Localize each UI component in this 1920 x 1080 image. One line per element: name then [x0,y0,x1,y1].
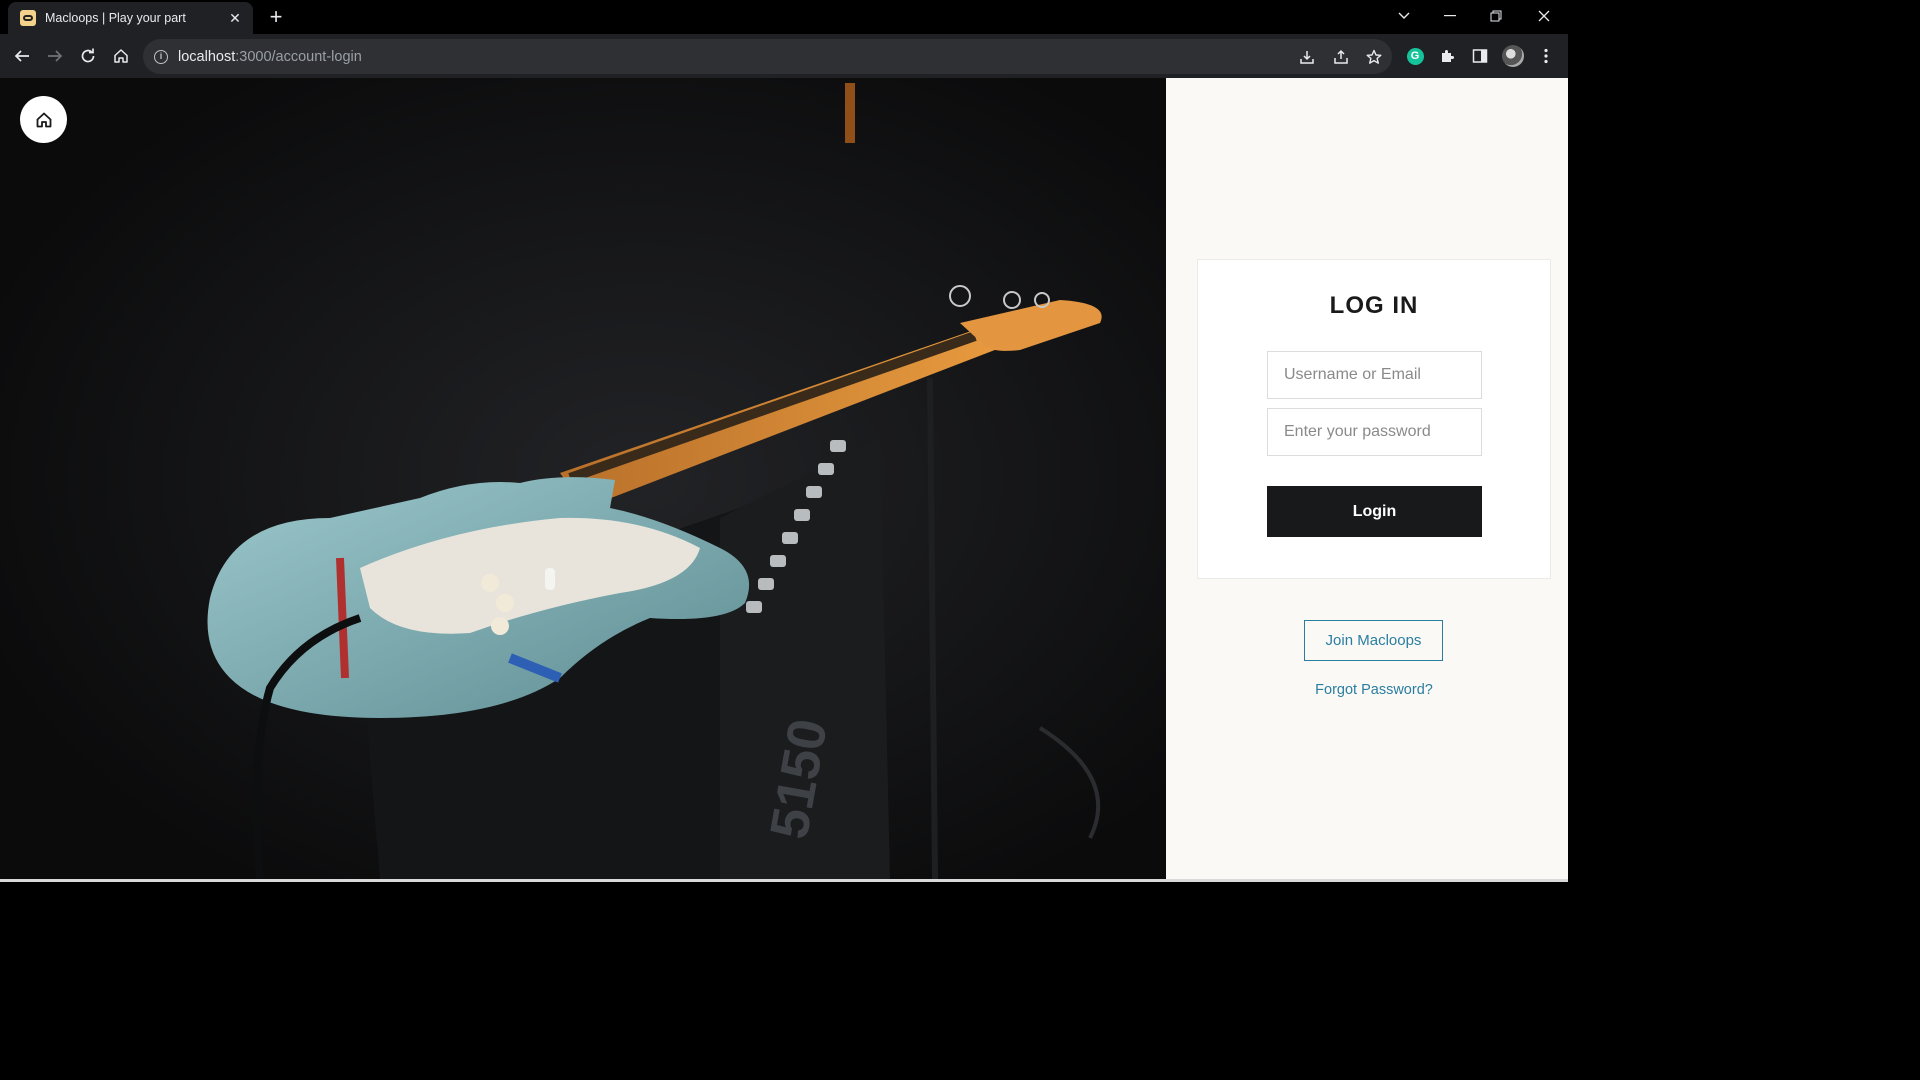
grammarly-extension-icon[interactable]: G [1404,45,1426,67]
browser-menu-icon[interactable] [1535,45,1557,67]
restore-icon[interactable] [1473,0,1519,32]
login-card: LOG IN Login [1197,259,1551,579]
url-host: localhost [178,48,236,65]
home-icon [36,112,51,127]
share-icon[interactable] [1331,47,1351,67]
tab-title: Macloops | Play your part [45,11,186,25]
browser-tab-bar: Macloops | Play your part ✕ + [0,0,1568,34]
login-panel: LOG IN Login Join Macloops Forgot Passwo… [1166,78,1568,882]
tab-close-icon[interactable]: ✕ [227,10,243,27]
close-window-icon[interactable] [1521,0,1567,32]
address-url[interactable]: localhost:3000/account-login [178,49,362,65]
window-bottom-edge [0,879,1568,882]
profile-avatar[interactable] [1502,45,1524,67]
address-bar[interactable]: i localhost:3000/account-login [143,39,1392,74]
bookmark-star-icon[interactable] [1364,47,1384,67]
side-panel-icon[interactable] [1469,45,1491,67]
url-path: :3000/account-login [235,48,362,65]
hero-photo: 5150 [0,78,1166,879]
minimize-icon[interactable] [1427,0,1473,32]
forgot-password-link[interactable]: Forgot Password? [1166,682,1582,698]
home-button[interactable] [20,96,67,143]
password-input[interactable] [1267,408,1482,456]
extensions-puzzle-icon[interactable] [1436,45,1458,67]
reload-icon[interactable] [74,42,102,70]
home-toolbar-icon[interactable] [107,42,135,70]
new-tab-icon[interactable]: + [264,6,288,28]
back-arrow-icon[interactable] [8,42,36,70]
browser-tab[interactable]: Macloops | Play your part ✕ [8,2,253,34]
forward-arrow-icon[interactable] [41,42,69,70]
login-title: LOG IN [1329,292,1419,319]
guitar-on-amplifier-illustration: 5150 [0,78,1166,879]
install-app-icon[interactable] [1297,47,1317,67]
browser-toolbar: i localhost:3000/account-login G [0,34,1568,78]
join-macloops-button[interactable]: Join Macloops [1304,620,1443,661]
login-page: 5150 LOG IN Username or Email Login Join… [0,78,1568,882]
login-button[interactable]: Login [1267,486,1482,537]
username-input[interactable] [1267,351,1482,399]
site-info-icon[interactable]: i [154,49,168,64]
macloops-favicon-icon [20,10,36,26]
tab-search-chevron-icon[interactable] [1381,0,1427,32]
